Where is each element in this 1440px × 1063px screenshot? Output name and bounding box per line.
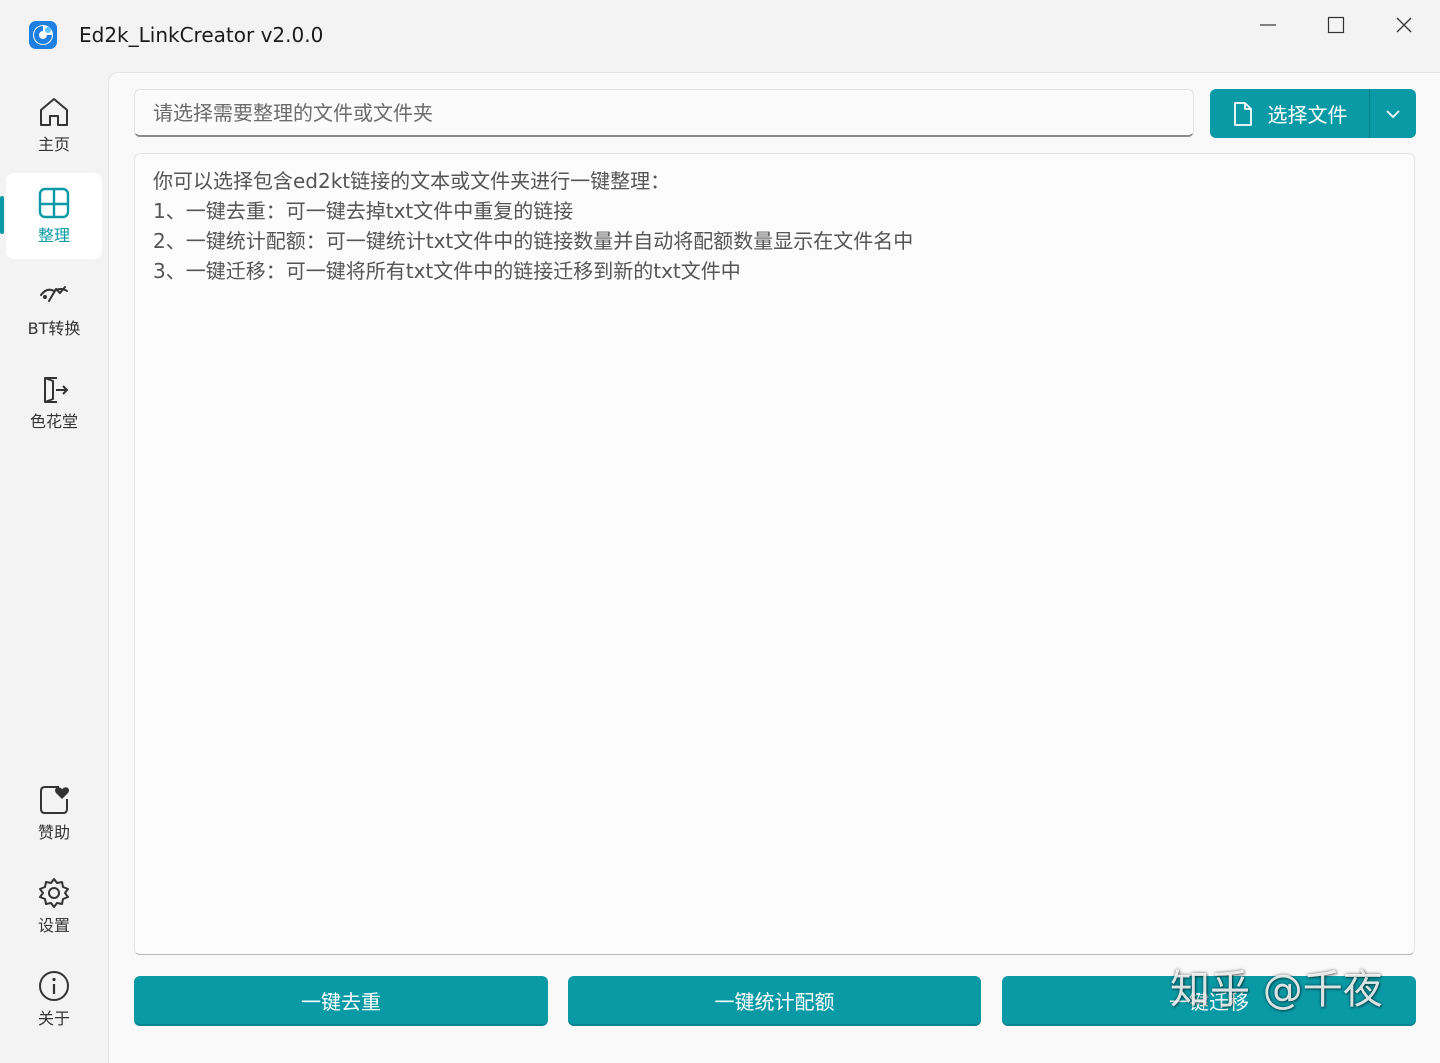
description-line: 你可以选择包含ed2kt链接的文本或文件夹进行一键整理： — [153, 169, 671, 193]
maximize-button[interactable] — [1302, 0, 1370, 50]
window-title: Ed2k_LinkCreator v2.0.0 — [79, 23, 324, 47]
sidebar-item-about[interactable]: 关于 — [6, 956, 102, 1042]
minimize-button[interactable] — [1234, 0, 1302, 50]
gear-icon — [39, 878, 69, 908]
sidebar-item-label: 设置 — [37, 916, 70, 935]
minimize-icon — [1260, 24, 1276, 26]
file-path-input[interactable] — [134, 89, 1194, 137]
description-line: 1、一键去重：可一键去掉txt文件中重复的链接 — [153, 199, 574, 223]
description-line: 2、一键统计配额：可一键统计txt文件中的链接数量并自动将配额数量显示在文件名中 — [153, 229, 914, 253]
exit-door-icon — [44, 377, 69, 403]
sidebar-item-sehuatang[interactable]: 色花堂 — [6, 359, 102, 445]
select-file-split-button: 选择文件 — [1210, 89, 1416, 138]
close-icon — [1396, 17, 1412, 33]
document-icon — [1233, 101, 1252, 126]
sidebar-item-home[interactable]: 主页 — [6, 82, 102, 168]
sidebar-item-label: BT转换 — [27, 319, 81, 338]
heart-icon — [40, 786, 69, 814]
sidebar-item-settings[interactable]: 设置 — [6, 863, 102, 949]
count-quota-button[interactable]: 一键统计配额 — [568, 976, 981, 1026]
home-icon — [40, 98, 68, 126]
grid-layout-icon — [38, 187, 70, 219]
maximize-icon — [1327, 16, 1345, 34]
magnet-icon — [40, 286, 68, 302]
active-indicator — [0, 196, 4, 234]
sidebar-item-label: 赞助 — [37, 823, 70, 842]
sidebar: 主页 整理 BT转换 色花堂 赞助 设置 关于 — [0, 72, 108, 1050]
close-button[interactable] — [1370, 0, 1438, 50]
sidebar-item-label: 关于 — [37, 1009, 70, 1028]
info-icon — [39, 971, 69, 1001]
description-line: 3、一键迁移：可一键将所有txt文件中的链接迁移到新的txt文件中 — [153, 259, 741, 283]
select-file-button[interactable]: 选择文件 — [1210, 89, 1369, 138]
description-textarea[interactable]: 你可以选择包含ed2kt链接的文本或文件夹进行一键整理： 1、一键去重：可一键去… — [134, 153, 1415, 955]
sidebar-item-label: 色花堂 — [29, 412, 78, 431]
select-file-dropdown-button[interactable] — [1370, 89, 1416, 138]
title-bar: Ed2k_LinkCreator v2.0.0 — [0, 0, 1440, 72]
sidebar-item-label: 主页 — [37, 135, 70, 154]
app-logo-icon — [28, 20, 58, 50]
migrate-button[interactable]: 一键迁移 — [1002, 976, 1416, 1026]
select-file-label: 选择文件 — [1267, 103, 1348, 127]
dedup-button[interactable]: 一键去重 — [134, 976, 548, 1026]
sidebar-item-organize[interactable]: 整理 — [6, 173, 102, 259]
sidebar-item-sponsor[interactable]: 赞助 — [6, 770, 102, 856]
sidebar-item-label: 整理 — [37, 226, 70, 245]
sidebar-item-bt-convert[interactable]: BT转换 — [6, 266, 102, 352]
chevron-down-icon — [1386, 109, 1400, 118]
